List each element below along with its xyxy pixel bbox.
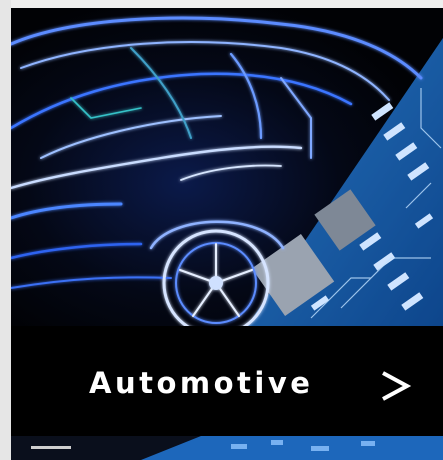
automotive-card[interactable]: Automotive	[11, 8, 443, 460]
page: Automotive	[0, 0, 443, 460]
left-margin	[0, 0, 11, 460]
card-label-band: Automotive	[11, 326, 443, 436]
next-card-preview-image	[11, 436, 443, 460]
automotive-hero-image	[11, 8, 443, 326]
car-and-circuit-illustration	[11, 8, 443, 326]
top-margin	[0, 0, 443, 8]
chevron-right-icon[interactable]	[377, 370, 417, 402]
card-title: Automotive	[89, 366, 314, 400]
